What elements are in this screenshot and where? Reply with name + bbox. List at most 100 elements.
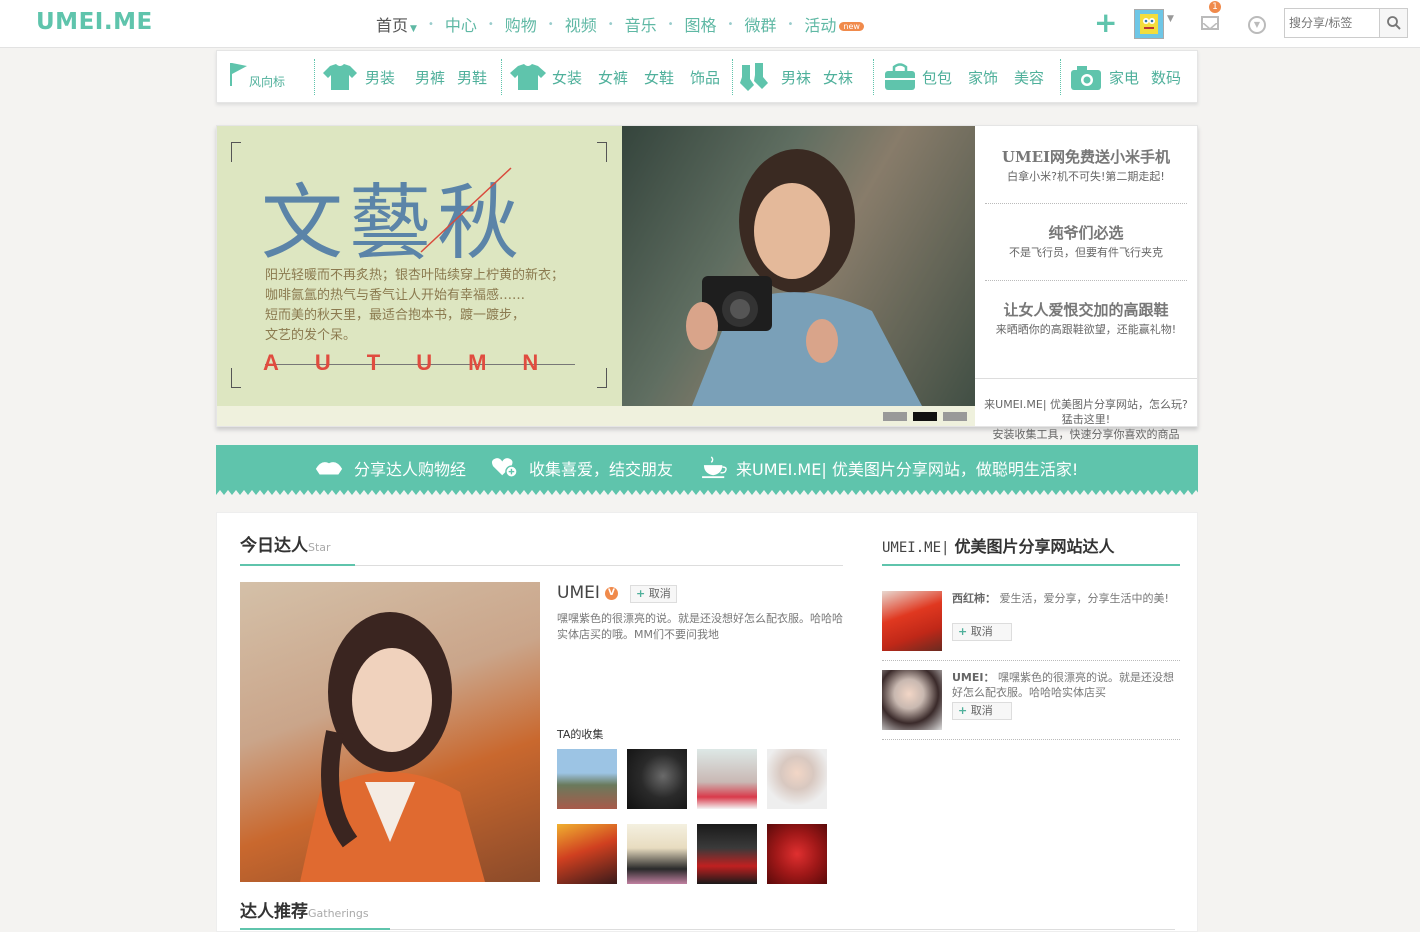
nav-video[interactable]: 视频 — [565, 12, 597, 36]
collection-thumb[interactable] — [697, 749, 757, 809]
promo-item[interactable]: 纯爷们必选 不是飞行员，但要有件飞行夹克 — [985, 222, 1187, 260]
search-button[interactable] — [1379, 9, 1407, 37]
banner-art-panel[interactable]: 文藝秋 阳光轻暖而不再炙热；银杏叶陆续穿上柠黄的新衣； 咖啡氤氲的热气与香气让人… — [217, 126, 622, 406]
user-avatar[interactable] — [1134, 9, 1164, 39]
cat-menswear[interactable]: 男装 — [365, 67, 395, 88]
search-input[interactable] — [1285, 9, 1379, 37]
collection-thumb[interactable] — [767, 824, 827, 884]
chevron-down-icon[interactable]: ▼ — [1167, 14, 1174, 24]
expert-info: UMEI： 嘿嘿紫色的很漂亮的说。就是还没想好怎么配衣服。哈哈哈实体店买 — [952, 670, 1182, 700]
follow-label: 取消 — [970, 625, 993, 638]
recommend-title: 达人推荐Gatherings — [240, 897, 369, 922]
section-title-en: Star — [308, 541, 331, 554]
feature-strip: 分享达人购物经 收集喜爱，结交朋友 来UMEI.ME| 优美图片分享网站，做聪明… — [216, 445, 1198, 495]
follow-label: 取消 — [970, 704, 993, 717]
cat-womenswear[interactable]: 女装 — [552, 67, 582, 88]
collection-thumb[interactable] — [557, 749, 617, 809]
nav-tuge[interactable]: 图格 — [685, 12, 717, 36]
collection-thumb[interactable] — [767, 749, 827, 809]
collection-thumb[interactable] — [557, 824, 617, 884]
cat-appliances[interactable]: 家电 — [1109, 67, 1139, 88]
cat-beauty[interactable]: 美容 — [1014, 67, 1044, 88]
section-rule-accent — [240, 928, 390, 930]
category-divider — [732, 59, 733, 95]
nav-shopping[interactable]: 购物 — [505, 12, 537, 36]
search-icon — [1387, 16, 1401, 30]
zigzag-border — [216, 489, 1198, 495]
nav-home[interactable]: 首页 ▼ — [376, 12, 417, 36]
category-divider — [501, 59, 502, 95]
expert-avatar[interactable] — [882, 591, 942, 651]
collection-thumb[interactable] — [627, 824, 687, 884]
nav-separator: • — [547, 18, 554, 30]
expert-avatar[interactable] — [882, 670, 942, 730]
tshirt-icon — [510, 64, 546, 90]
cat-bags[interactable]: 包包 — [922, 67, 952, 88]
nav-home-label: 首页 — [376, 16, 409, 35]
collection-thumb[interactable] — [697, 824, 757, 884]
info-line: 来UMEI.ME| 优美图片分享网站，怎么玩? — [984, 398, 1188, 411]
socks-icon — [740, 63, 768, 91]
add-share-icon[interactable]: + — [1094, 9, 1117, 37]
promo-title: 纯爷们必选 — [1048, 224, 1124, 242]
nav-music[interactable]: 音乐 — [625, 12, 657, 36]
follow-button[interactable]: + 取消 — [630, 585, 677, 603]
section-rule-accent — [240, 564, 355, 566]
nav-groups[interactable]: 微群 — [744, 12, 776, 36]
promo-divider — [985, 280, 1187, 281]
site-logo[interactable]: UMEI.ME — [36, 9, 153, 35]
expert-name[interactable]: 西红柿： — [952, 592, 996, 605]
nav-separator: • — [727, 18, 734, 30]
nav-center[interactable]: 中心 — [445, 12, 477, 36]
slide-dot-active[interactable] — [913, 412, 937, 421]
category-divider — [873, 59, 874, 95]
star-description: 嘿嘿紫色的很漂亮的说。就是还没想好怎么配衣服。哈哈哈实体店买的哦。MM们不要问我… — [557, 612, 843, 641]
promo-divider — [985, 203, 1187, 204]
expert-name[interactable]: UMEI： — [952, 671, 995, 684]
banner-photo[interactable] — [622, 126, 975, 406]
autumn-lettering: AUTUMN — [263, 350, 575, 375]
star-photo[interactable] — [240, 582, 540, 882]
today-star-title: 今日达人Star — [240, 531, 331, 556]
collection-thumb[interactable] — [627, 749, 687, 809]
nav-events[interactable]: 活动 new — [804, 12, 864, 36]
nav-separator: • — [487, 18, 494, 30]
category-divider — [314, 59, 315, 95]
follow-button[interactable]: + 取消 — [952, 623, 1012, 641]
cat-home-decor[interactable]: 家饰 — [968, 67, 998, 88]
star-username[interactable]: UMEI — [557, 583, 600, 603]
expert-divider — [882, 739, 1180, 740]
mail-icon[interactable] — [1201, 16, 1219, 31]
cat-womens-shoes[interactable]: 女鞋 — [644, 67, 674, 88]
dropdown-circle-icon[interactable]: ▼ — [1248, 16, 1266, 34]
avatar-sponge-image — [1135, 10, 1163, 38]
hands-icon — [315, 462, 343, 475]
cat-mens-shoes[interactable]: 男鞋 — [457, 67, 487, 88]
cat-mens-pants[interactable]: 男裤 — [415, 67, 445, 88]
cat-womens-socks[interactable]: 女袜 — [823, 67, 853, 88]
banner-text-line: 阳光轻暖而不再炙热；银杏叶陆续穿上柠黄的新衣； — [265, 268, 565, 283]
follow-plus-icon: + — [958, 625, 968, 638]
heart-add-icon — [491, 458, 518, 478]
cat-womens-pants[interactable]: 女裤 — [598, 67, 628, 88]
banner-text-line: 文艺的发个呆。 — [265, 328, 357, 343]
promo-subtitle: 不是飞行员，但要有件飞行夹克 — [1009, 246, 1163, 259]
cat-digital[interactable]: 数码 — [1151, 67, 1181, 88]
strip-item-share: 分享达人购物经 — [354, 460, 467, 479]
follow-button[interactable]: + 取消 — [952, 702, 1012, 720]
slide-dot[interactable] — [943, 412, 967, 421]
slide-dot[interactable] — [883, 412, 907, 421]
tshirt-icon — [323, 64, 357, 90]
cat-mens-socks[interactable]: 男袜 — [781, 67, 811, 88]
promo-item[interactable]: UMEI网免费送小米手机 白拿小米?机不可失!第二期走起! — [985, 146, 1187, 184]
category-bar: 风向标 男装 男裤 男鞋 女装 女裤 女鞋 饰品 男袜 女袜 包包 家饰 美容 … — [216, 50, 1198, 103]
cat-accessories[interactable]: 饰品 — [690, 67, 720, 88]
experts-title-prefix: UMEI.ME| — [882, 540, 950, 556]
cat-flag-label[interactable]: 风向标 — [249, 73, 285, 90]
strip-item-collect: 收集喜爱，结交朋友 — [529, 460, 674, 479]
banner-pager-strip — [217, 406, 975, 426]
expert-divider — [882, 660, 1180, 661]
search-box — [1284, 8, 1408, 38]
promo-item[interactable]: 让女人爱恨交加的高跟鞋 来晒晒你的高跟鞋欲望，还能赢礼物! — [985, 299, 1187, 337]
how-to-info[interactable]: 来UMEI.ME| 优美图片分享网站，怎么玩? 猛击这里! 安装收集工具，快速分… — [975, 378, 1197, 442]
